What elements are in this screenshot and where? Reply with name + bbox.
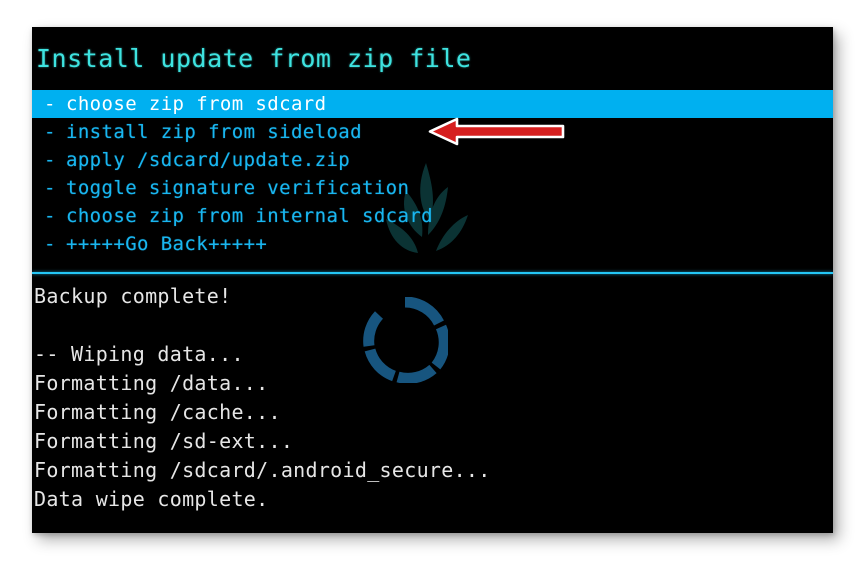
- menu-item-choose-zip-from-sdcard[interactable]: - choose zip from sdcard: [32, 90, 833, 118]
- log-line: -- Wiping data...: [34, 342, 244, 366]
- menu-item-label: choose zip from sdcard: [66, 93, 327, 115]
- menu-bullet: -: [44, 149, 56, 171]
- menu-bullet: -: [44, 177, 56, 199]
- menu-item-choose-zip-from-internal-sdcard[interactable]: - choose zip from internal sdcard: [32, 202, 833, 230]
- menu-item-label: apply /sdcard/update.zip: [66, 149, 351, 171]
- console-log: Backup complete! -- Wiping data... Forma…: [32, 282, 833, 514]
- menu-item-install-zip-from-sideload[interactable]: - install zip from sideload: [32, 118, 833, 146]
- log-line: Formatting /sd-ext...: [34, 429, 294, 453]
- log-line: Formatting /cache...: [34, 400, 281, 424]
- log-line: Data wipe complete.: [34, 487, 269, 511]
- menu-item-label: choose zip from internal sdcard: [66, 205, 434, 227]
- menu-item-label: install zip from sideload: [66, 121, 362, 143]
- page-title-text: Install update from zip file: [36, 44, 472, 73]
- menu-item-toggle-signature-verification[interactable]: - toggle signature verification: [32, 174, 833, 202]
- menu-bullet: -: [44, 93, 56, 115]
- menu-bullet: -: [44, 205, 56, 227]
- log-line: Formatting /sdcard/.android_secure...: [34, 458, 491, 482]
- section-divider: [32, 272, 833, 274]
- log-line: Backup complete!: [34, 284, 232, 308]
- menu-item-label: +++++Go Back+++++: [66, 233, 268, 255]
- menu-bullet: -: [44, 233, 56, 255]
- page-title: Install update from zip file: [32, 27, 833, 90]
- menu-bullet: -: [44, 121, 56, 143]
- recovery-screen: Install update from zip file - choose zip…: [32, 27, 833, 533]
- log-line: Formatting /data...: [34, 371, 269, 395]
- menu-item-label: toggle signature verification: [66, 177, 410, 199]
- recovery-menu: - choose zip from sdcard - install zip fro…: [32, 90, 833, 258]
- menu-item-apply-sdcard-update-zip[interactable]: - apply /sdcard/update.zip: [32, 146, 833, 174]
- screenshot-canvas: Install update from zip file - choose zip…: [0, 0, 864, 564]
- menu-item-go-back[interactable]: - +++++Go Back+++++: [32, 230, 833, 258]
